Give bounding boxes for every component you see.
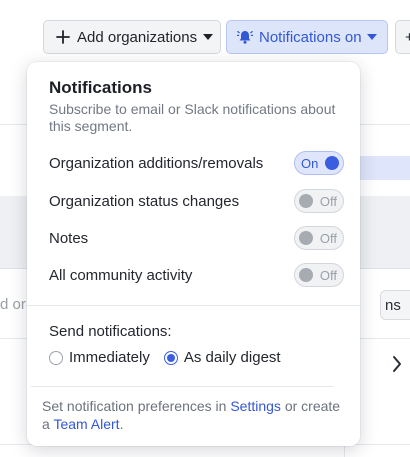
toggle-state-label: Off — [319, 230, 337, 246]
page: d or ns Add organizations Notifications … — [0, 0, 410, 457]
plus-icon — [56, 30, 70, 44]
notification-row-label: Organization additions/removals — [49, 154, 264, 172]
toggle-notes[interactable]: Off — [294, 226, 344, 250]
toggle-status[interactable]: Off — [294, 189, 344, 213]
radio-label[interactable]: Immediately — [69, 349, 150, 366]
toggle-activity[interactable]: Off — [294, 263, 344, 287]
notification-row-additions: Organization additions/removals On — [49, 150, 344, 176]
toggle-state-label: Off — [319, 267, 337, 283]
radio-option-daily-digest[interactable]: As daily digest — [163, 349, 281, 366]
toggle-knob — [325, 156, 339, 170]
popover-subtitle: Subscribe to email or Slack notification… — [49, 101, 336, 134]
send-notifications-label: Send notifications: — [49, 323, 172, 340]
toggle-knob — [299, 268, 313, 282]
background-columns-button[interactable]: ns — [380, 290, 410, 320]
team-alert-link[interactable]: Team Alert — [53, 416, 119, 432]
footer-text: Set notification preferences in — [42, 398, 231, 414]
toggle-knob — [299, 194, 313, 208]
radio-button[interactable] — [49, 350, 63, 365]
notifications-label: Notifications on — [259, 28, 362, 46]
notification-row-label: Notes — [49, 229, 89, 247]
toggle-state-label: Off — [319, 193, 337, 209]
notifications-button[interactable]: Notifications on — [226, 20, 388, 54]
background-search-text: d or — [0, 296, 26, 313]
notification-row-notes: Notes Off — [49, 225, 344, 251]
divider — [27, 305, 360, 306]
radio-option-immediately[interactable]: Immediately — [49, 349, 150, 366]
notification-row-label: All community activity — [49, 266, 193, 284]
notifications-popover: Notifications Subscribe to email or Slac… — [27, 62, 360, 446]
more-actions-button[interactable]: + — [395, 20, 410, 54]
add-organizations-button[interactable]: Add organizations — [43, 20, 221, 54]
background-tab-pill[interactable] — [356, 156, 410, 180]
radio-label[interactable]: As daily digest — [184, 349, 281, 366]
settings-link[interactable]: Settings — [230, 398, 281, 414]
toggle-knob — [299, 231, 313, 245]
notification-row-label: Organization status changes — [49, 192, 240, 210]
footer-text: . — [119, 416, 124, 432]
send-frequency-radio-group: Immediately As daily digest — [49, 349, 295, 366]
notification-row-status: Organization status changes Off — [49, 188, 344, 214]
chevron-right-icon[interactable] — [391, 354, 403, 374]
caret-down-icon — [366, 34, 377, 40]
divider — [31, 386, 333, 387]
radio-button-checked[interactable] — [163, 350, 178, 365]
caret-down-icon — [203, 34, 214, 40]
popover-footer: Set notification preferences in Settings… — [42, 397, 342, 433]
add-organizations-label: Add organizations — [77, 28, 198, 46]
notification-row-activity: All community activity Off — [49, 262, 344, 288]
more-actions-label: + — [405, 28, 410, 46]
bell-icon — [237, 31, 253, 44]
toggle-state-label: On — [301, 155, 319, 171]
popover-title: Notifications — [49, 78, 152, 97]
toggle-additions[interactable]: On — [294, 151, 344, 175]
